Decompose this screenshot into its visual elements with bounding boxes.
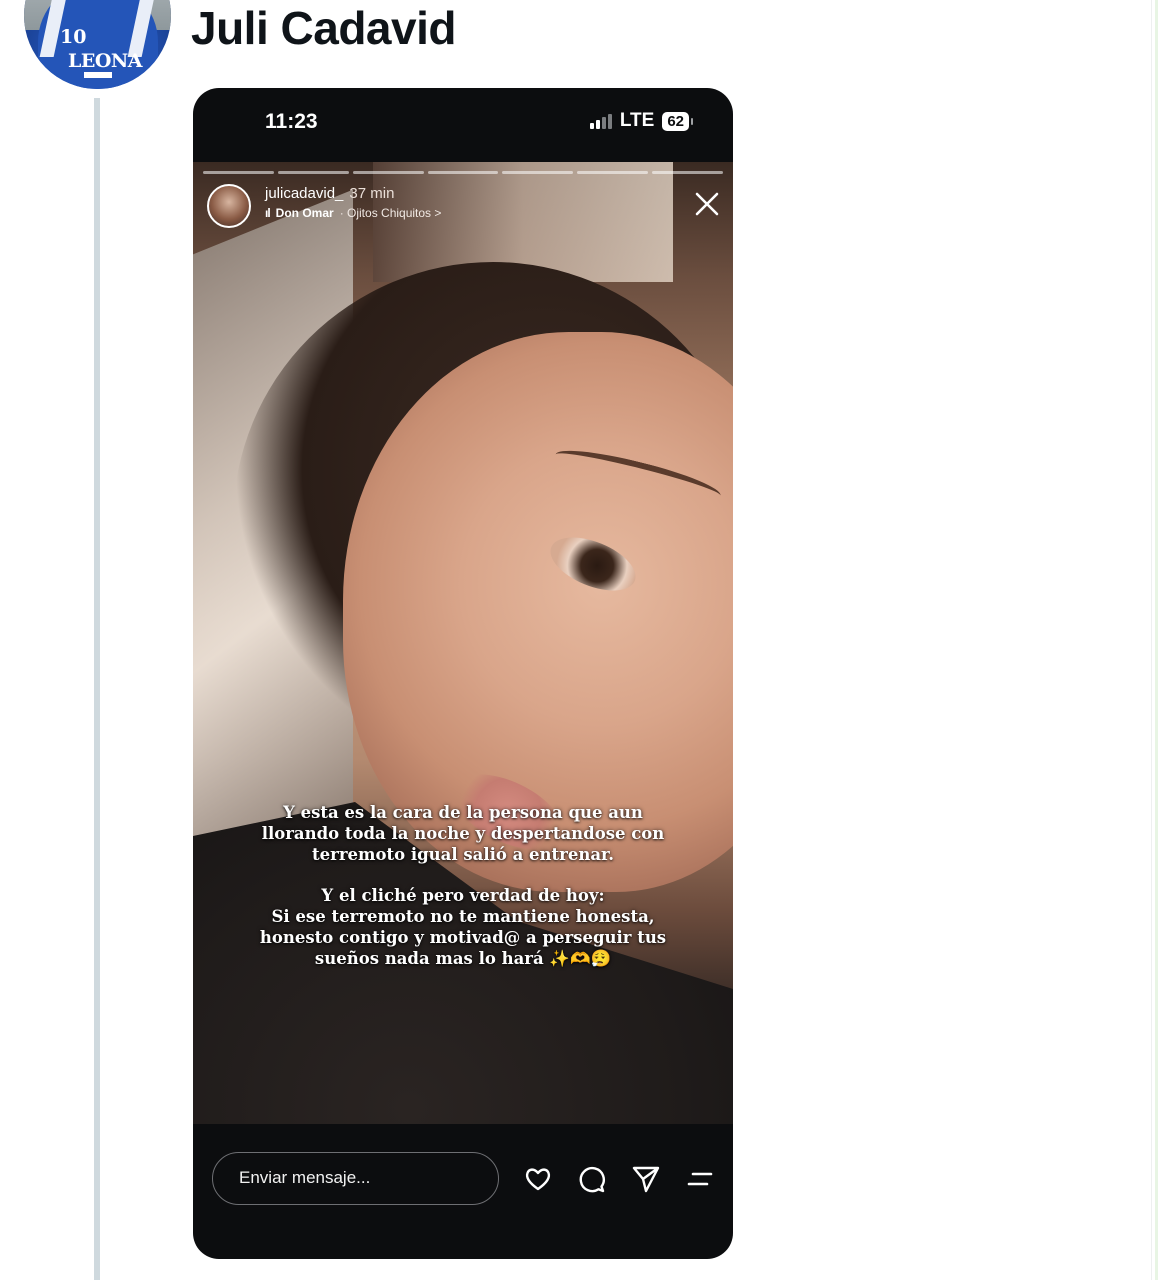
menu-icon[interactable] — [685, 1164, 715, 1194]
author-avatar[interactable]: 10 LEONA — [24, 0, 171, 89]
signal-icon — [589, 113, 612, 129]
story-image[interactable]: julicadavid_ 37 min ıl Don Omar · Ojitos … — [193, 162, 733, 1124]
caption-paragraph-2: Y el cliché pero verdad de hoy: Si ese t… — [259, 886, 667, 968]
story-time: 37 min — [349, 185, 395, 202]
music-song: · Ojitos Chiquitos > — [339, 206, 442, 220]
battery-icon: 62 — [662, 111, 693, 131]
thread-line — [94, 98, 100, 1280]
heart-icon[interactable] — [523, 1164, 553, 1194]
close-icon[interactable] — [693, 190, 721, 218]
avatar-jersey-brand: LEONA — [68, 50, 143, 72]
music-artist: Don Omar — [275, 206, 334, 220]
story-music[interactable]: ıl Don Omar · Ojitos Chiquitos > — [265, 204, 441, 222]
story-user-avatar[interactable] — [207, 184, 251, 228]
caption-paragraph-1: Y esta es la cara de la persona que aun … — [261, 803, 665, 864]
story-screenshot: 11:23 LTE 62 julicadavid_ 37 min ıl Don … — [193, 88, 733, 1259]
story-actions — [523, 1164, 715, 1194]
send-icon[interactable] — [631, 1164, 661, 1194]
music-bars-icon: ıl — [265, 206, 271, 220]
network-label: LTE — [619, 110, 655, 131]
story-progress-bar — [203, 171, 724, 174]
story-username[interactable]: julicadavid_ — [265, 185, 343, 202]
status-indicators: LTE 62 — [589, 110, 693, 132]
story-caption: Y esta es la cara de la persona que aun … — [193, 802, 733, 969]
status-time: 11:23 — [265, 110, 318, 133]
story-header: julicadavid_ 37 min ıl Don Omar · Ojitos … — [207, 184, 441, 228]
avatar-jersey-number: 10 — [60, 26, 87, 48]
comment-icon[interactable] — [577, 1164, 607, 1194]
right-divider — [1151, 0, 1152, 1280]
author-name[interactable]: Juli Cadavid — [191, 0, 456, 56]
message-input[interactable]: Enviar mensaje... — [212, 1152, 499, 1205]
